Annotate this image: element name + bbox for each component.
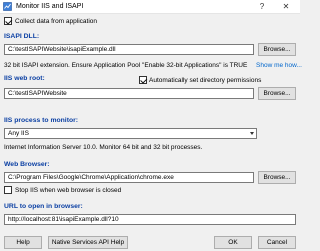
app-icon <box>3 2 12 11</box>
ok-button[interactable]: OK <box>214 236 252 249</box>
window-title: Monitor IIS and ISAPI <box>16 3 84 10</box>
collect-data-checkbox[interactable] <box>4 17 12 25</box>
iis-process-info: Internet Information Server 10.0. Monito… <box>4 144 203 151</box>
isapi-dll-path-input[interactable]: C:\testISAPIWebsite\isapiExample.dll <box>4 44 254 55</box>
url-heading: URL to open in browser: <box>4 203 83 210</box>
url-input[interactable]: http://localhost:81\isapiExample.dll?10 <box>4 214 296 225</box>
web-browser-heading: Web Browser: <box>4 161 50 168</box>
cancel-button[interactable]: Cancel <box>258 236 296 249</box>
chevron-down-icon <box>250 132 254 135</box>
iis-process-heading: IIS process to monitor: <box>4 117 79 124</box>
web-browser-browse-button[interactable]: Browse... <box>258 171 296 184</box>
auto-permissions-checkbox[interactable] <box>139 76 147 84</box>
iis-web-root-browse-button[interactable]: Browse... <box>258 87 296 100</box>
show-me-how-link[interactable]: Show me how... <box>256 61 302 70</box>
close-button[interactable]: ✕ <box>272 0 300 14</box>
isapi-dll-browse-button[interactable]: Browse... <box>258 43 296 56</box>
isapi-dll-info: 32 bit ISAPI extension. Ensure Applicati… <box>4 62 248 69</box>
isapi-dll-heading: ISAPI DLL: <box>4 33 40 40</box>
iis-process-select[interactable]: Any IIS <box>4 128 257 139</box>
collect-data-label: Collect data from application <box>15 18 98 25</box>
iis-process-selected: Any IIS <box>8 130 29 137</box>
help-button[interactable]: Help <box>4 236 42 249</box>
stop-iis-checkbox[interactable] <box>4 186 12 194</box>
help-title-button[interactable]: ? <box>252 0 272 14</box>
auto-permissions-label: Automatically set directory permissions <box>149 77 262 84</box>
native-services-api-help-button[interactable]: Native Services API Help <box>48 236 128 249</box>
stop-iis-label: Stop IIS when web browser is closed <box>15 187 122 194</box>
iis-web-root-input[interactable]: C:\testISAPIWebsite <box>4 88 254 99</box>
web-browser-path-input[interactable]: C:\Program Files\Google\Chrome\Applicati… <box>4 172 254 183</box>
iis-web-root-heading: IIS web root: <box>4 75 45 82</box>
